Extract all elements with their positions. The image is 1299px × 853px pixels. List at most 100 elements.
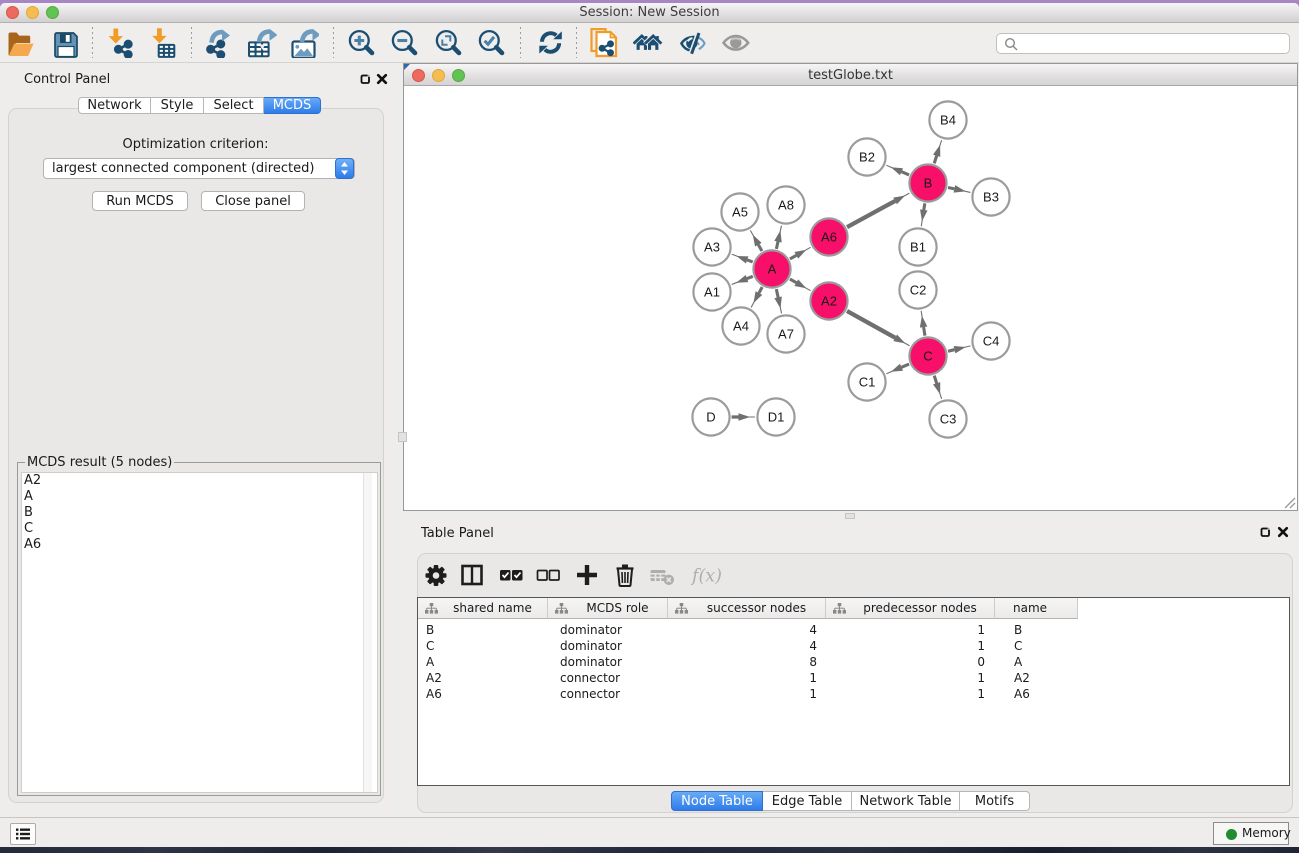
graph-edge-B-B2[interactable] [886,165,909,175]
table-cell[interactable]: B [426,622,434,638]
graph-edge-C-C1[interactable] [886,364,909,374]
resize-grip-icon[interactable] [1283,496,1296,509]
graph-edge-A-A1[interactable] [732,275,753,284]
import-table-button[interactable] [149,28,179,58]
graph-edge-C-C2[interactable] [920,311,928,336]
graph-edge-A-A6[interactable] [790,247,811,259]
tab-motifs[interactable]: Motifs [960,791,1030,811]
graph-node-A5[interactable]: A5 [721,193,758,230]
column-header-name[interactable]: name [995,598,1078,619]
table-cell[interactable]: dominator [560,638,622,654]
table-cell[interactable]: 0 [826,654,985,670]
network-window-title-bar[interactable]: testGlobe.txt [404,64,1297,86]
mcds-result-list[interactable]: A2ABCA6 [21,472,378,793]
unselect-all-button[interactable] [535,562,561,592]
graph-node-C4[interactable]: C4 [972,322,1009,359]
export-image-button[interactable] [289,28,319,58]
graph-node-C[interactable]: C [909,337,946,374]
graph-node-A7[interactable]: A7 [767,315,804,352]
column-header-predecessor-nodes[interactable]: predecessor nodes [826,598,995,619]
graph-edge-A-A5[interactable] [750,230,762,251]
graph-node-D[interactable]: D [692,398,729,435]
table-cell[interactable]: A [1014,654,1022,670]
graph-node-A6[interactable]: A6 [810,218,847,255]
graph-edge-A-A2[interactable] [790,279,811,291]
tab-network-table[interactable]: Network Table [852,791,960,811]
graph-edge-A2-C[interactable] [847,311,910,346]
graph-node-C3[interactable]: C3 [929,400,966,437]
graph-node-B3[interactable]: B3 [972,178,1009,215]
table-cell[interactable]: A [426,654,434,670]
graph-edge-A6-B[interactable] [847,193,909,227]
network-graph[interactable]: A A6 A2 B C A5 A8 A3 A1 A4 A7 B2 B4 B3 B… [404,86,1297,510]
tab-network[interactable]: Network [78,97,151,114]
table-cell[interactable]: connector [560,686,620,702]
graph-node-D1[interactable]: D1 [757,398,794,435]
zoom-selected-button[interactable] [476,28,506,58]
table-cell[interactable]: 1 [668,686,817,702]
hide-selected-button[interactable] [678,28,708,58]
graph-edge-D-D1[interactable] [732,413,755,421]
table-cell[interactable]: A2 [1014,670,1030,686]
table-cell[interactable]: A2 [426,670,442,686]
graph-edge-B-B3[interactable] [948,185,970,192]
graph-node-B1[interactable]: B1 [899,228,936,265]
export-table-button[interactable] [247,28,277,58]
table-cell[interactable]: 1 [826,670,985,686]
show-all-button[interactable] [722,28,752,58]
tab-select[interactable]: Select [204,97,264,114]
result-item[interactable]: A [22,489,377,505]
graph-edge-C-C4[interactable] [948,346,970,353]
table-cell[interactable]: A6 [1014,686,1030,702]
table-cell[interactable]: A6 [426,686,442,702]
tab-mcds[interactable]: MCDS [264,97,321,114]
column-header-MCDS-role[interactable]: MCDS role [548,598,668,619]
first-neighbors-button[interactable] [633,28,663,58]
table-cell[interactable]: B [1014,622,1022,638]
table-cell[interactable]: 1 [668,670,817,686]
zoom-fit-button[interactable] [433,28,463,58]
float-table-panel-icon[interactable] [1259,526,1271,538]
float-panel-icon[interactable] [359,73,371,85]
refresh-view-button[interactable] [537,28,567,58]
table-cell[interactable]: C [1014,638,1022,654]
graph-node-A[interactable]: A [753,250,790,287]
table-cell[interactable]: dominator [560,654,622,670]
tab-node-table[interactable]: Node Table [671,791,763,811]
split-panel-button[interactable] [459,562,485,592]
graph-node-A4[interactable]: A4 [722,307,759,344]
table-cell[interactable]: 4 [668,622,817,638]
result-item[interactable]: A2 [22,473,377,489]
task-history-button[interactable] [10,823,36,845]
function-builder-button[interactable]: f(x) [691,562,727,592]
table-cell[interactable]: 1 [826,686,985,702]
export-network-button[interactable] [205,28,235,58]
open-file-button[interactable] [6,28,36,58]
tab-edge-table[interactable]: Edge Table [763,791,852,811]
graph-node-A2[interactable]: A2 [810,282,847,319]
network-from-selection-button[interactable] [589,28,619,58]
graph-edge-C-C3[interactable] [933,376,942,399]
tab-style[interactable]: Style [151,97,204,114]
table-cell[interactable]: dominator [560,622,622,638]
table-cell[interactable]: 1 [826,638,985,654]
column-header-shared-name[interactable]: shared name [418,598,548,619]
result-item[interactable]: A6 [22,537,377,553]
delete-table-button[interactable] [649,562,675,592]
result-item[interactable]: C [22,521,377,537]
result-item[interactable]: B [22,505,377,521]
table-cell[interactable]: connector [560,670,620,686]
graph-node-B4[interactable]: B4 [929,101,966,138]
table-cell[interactable]: 8 [668,654,817,670]
graph-node-C1[interactable]: C1 [848,363,885,400]
add-column-button[interactable] [574,562,600,592]
splitter-handle-bottom[interactable] [845,513,855,519]
import-network-button[interactable] [105,28,135,58]
close-panel-button[interactable]: Close panel [201,191,305,211]
column-header-successor-nodes[interactable]: successor nodes [668,598,826,619]
criterion-dropdown[interactable]: largest connected component (directed) [43,158,355,179]
graph-edge-B-B1[interactable] [920,203,928,226]
splitter-handle-left[interactable] [398,432,407,442]
table-cell[interactable]: C [426,638,434,654]
graph-node-C2[interactable]: C2 [899,271,936,308]
